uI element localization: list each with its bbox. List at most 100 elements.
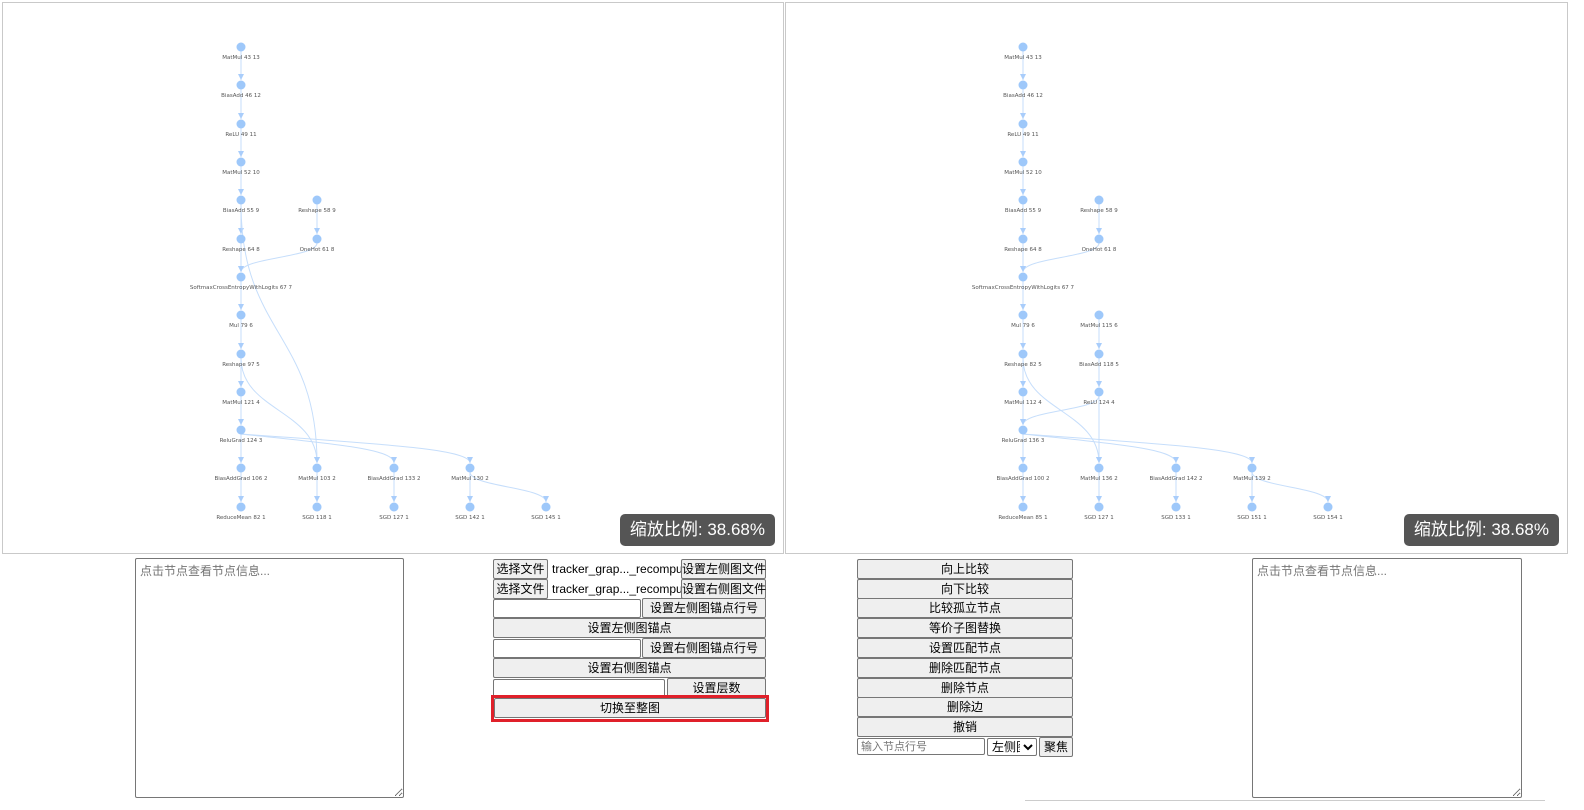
graph-node[interactable] bbox=[236, 502, 246, 512]
right-anchor-line-input[interactable] bbox=[493, 639, 641, 658]
graph-edge[interactable] bbox=[240, 357, 320, 464]
equiv-subgraph-replace-button[interactable]: 等价子图替换 bbox=[857, 618, 1073, 638]
delete-node-button[interactable]: 删除节点 bbox=[857, 678, 1073, 698]
graph-node[interactable] bbox=[1018, 195, 1028, 205]
graph-node-label: MatMul 121 4 bbox=[222, 400, 260, 406]
graph-node[interactable] bbox=[465, 463, 475, 473]
graph-node[interactable] bbox=[1018, 119, 1028, 129]
left-node-info[interactable] bbox=[135, 558, 404, 798]
focus-button[interactable]: 聚焦 bbox=[1039, 737, 1073, 757]
left-graph-panel[interactable]: MatMul 43 13 BiasAdd 46 12 ReLU 49 11 MatMu… bbox=[2, 2, 784, 554]
graph-edge[interactable] bbox=[240, 433, 473, 464]
graph-node[interactable] bbox=[1018, 157, 1028, 167]
graph-node[interactable] bbox=[1018, 234, 1028, 244]
graph-node[interactable] bbox=[1018, 387, 1028, 397]
graph-node[interactable] bbox=[312, 234, 322, 244]
compare-isolated-button[interactable]: 比较孤立节点 bbox=[857, 598, 1073, 618]
graph-node[interactable] bbox=[1094, 310, 1104, 320]
graph-node[interactable] bbox=[236, 272, 246, 282]
graph-node-label: SGD 127 1 bbox=[1084, 515, 1113, 521]
graph-node[interactable] bbox=[236, 157, 246, 167]
right-graph-panel[interactable]: MatMul 43 13 BiasAdd 46 12 ReLU 49 11 MatMu… bbox=[785, 2, 1568, 554]
delete-match-node-button[interactable]: 删除匹配节点 bbox=[857, 658, 1073, 678]
graph-node[interactable] bbox=[1018, 42, 1028, 52]
graph-node[interactable] bbox=[541, 502, 551, 512]
graph-node[interactable] bbox=[389, 502, 399, 512]
node-line-input[interactable] bbox=[857, 738, 985, 755]
left-zoom-badge: 缩放比例: 38.68% bbox=[619, 514, 775, 546]
graph-node[interactable] bbox=[236, 195, 246, 205]
graph-node[interactable] bbox=[236, 463, 246, 473]
graph-node-label: SGD 142 1 bbox=[455, 515, 484, 521]
graph-edge[interactable] bbox=[1022, 357, 1102, 464]
graph-node-label: MatMul 139 2 bbox=[1233, 476, 1271, 482]
choose-file-right-button[interactable]: 选择文件 bbox=[493, 579, 548, 599]
graph-node[interactable] bbox=[1094, 387, 1104, 397]
graph-node-label: ReLU 124 4 bbox=[1083, 400, 1115, 406]
graph-node[interactable] bbox=[1018, 310, 1028, 320]
set-left-anchor-button[interactable]: 设置左侧图锚点 bbox=[493, 618, 766, 638]
delete-edge-button[interactable]: 删除边 bbox=[857, 697, 1073, 717]
graph-node-label: BiasAdd 46 12 bbox=[221, 93, 261, 99]
graph-node[interactable] bbox=[1018, 425, 1028, 435]
graph-node[interactable] bbox=[1018, 502, 1028, 512]
graph-node[interactable] bbox=[1171, 463, 1181, 473]
compare-up-button[interactable]: 向上比较 bbox=[857, 559, 1073, 579]
graph-node[interactable] bbox=[236, 349, 246, 359]
graph-node-label: Mul 79 6 bbox=[229, 323, 253, 329]
graph-node-label: MatMul 103 2 bbox=[298, 476, 336, 482]
graph-node[interactable] bbox=[312, 195, 322, 205]
graph-node[interactable] bbox=[1247, 502, 1257, 512]
set-match-node-button[interactable]: 设置匹配节点 bbox=[857, 638, 1073, 658]
right-graph-canvas[interactable]: MatMul 43 13 BiasAdd 46 12 ReLU 49 11 MatMu… bbox=[786, 3, 1568, 554]
graph-node[interactable] bbox=[236, 80, 246, 90]
graph-node[interactable] bbox=[1094, 234, 1104, 244]
graph-node-label: Mul 79 6 bbox=[1011, 323, 1035, 329]
graph-node[interactable] bbox=[1018, 349, 1028, 359]
graph-node-label: SGD 118 1 bbox=[302, 515, 331, 521]
set-left-anchor-line-button[interactable]: 设置左侧图锚点行号 bbox=[642, 598, 766, 618]
set-right-anchor-line-button[interactable]: 设置右侧图锚点行号 bbox=[642, 638, 766, 658]
graph-node-label: SGD 151 1 bbox=[1237, 515, 1266, 521]
graph-node[interactable] bbox=[1247, 463, 1257, 473]
graph-edge[interactable] bbox=[240, 203, 320, 464]
graph-node[interactable] bbox=[236, 310, 246, 320]
left-graph-canvas[interactable]: MatMul 43 13 BiasAdd 46 12 ReLU 49 11 MatMu… bbox=[3, 3, 784, 554]
side-select[interactable]: 左侧图 bbox=[987, 738, 1037, 756]
graph-node[interactable] bbox=[1094, 463, 1104, 473]
graph-node[interactable] bbox=[1094, 349, 1104, 359]
graph-node[interactable] bbox=[1018, 80, 1028, 90]
graph-node[interactable] bbox=[312, 502, 322, 512]
choose-file-left-button[interactable]: 选择文件 bbox=[493, 559, 548, 579]
set-right-file-button[interactable]: 设置右侧图文件 bbox=[681, 579, 766, 599]
set-left-file-button[interactable]: 设置左侧图文件 bbox=[681, 559, 766, 579]
graph-edge[interactable] bbox=[240, 433, 397, 464]
graph-node[interactable] bbox=[236, 119, 246, 129]
graph-node[interactable] bbox=[312, 463, 322, 473]
set-right-anchor-button[interactable]: 设置右侧图锚点 bbox=[493, 658, 766, 678]
graph-node[interactable] bbox=[465, 502, 475, 512]
right-node-info[interactable] bbox=[1252, 558, 1522, 798]
graph-node[interactable] bbox=[1094, 195, 1104, 205]
graph-node[interactable] bbox=[236, 42, 246, 52]
graph-node[interactable] bbox=[1323, 502, 1333, 512]
graph-node[interactable] bbox=[1171, 502, 1181, 512]
graph-node[interactable] bbox=[236, 387, 246, 397]
graph-node-label: Reshape 82 5 bbox=[1004, 362, 1042, 368]
graph-node-label: BiasAddGrad 100 2 bbox=[996, 476, 1049, 482]
graph-node-label: BiasAdd 46 12 bbox=[1003, 93, 1043, 99]
graph-node[interactable] bbox=[236, 234, 246, 244]
compare-down-button[interactable]: 向下比较 bbox=[857, 579, 1073, 599]
graph-node-label: ReduceMean 82 1 bbox=[216, 515, 265, 521]
graph-node[interactable] bbox=[1094, 502, 1104, 512]
graph-node[interactable] bbox=[236, 425, 246, 435]
highlight-box bbox=[491, 695, 769, 722]
graph-node[interactable] bbox=[389, 463, 399, 473]
graph-node[interactable] bbox=[1018, 463, 1028, 473]
graph-edge[interactable] bbox=[1022, 433, 1255, 464]
left-anchor-line-input[interactable] bbox=[493, 599, 641, 618]
graph-node[interactable] bbox=[1018, 272, 1028, 282]
undo-button[interactable]: 撤销 bbox=[857, 717, 1073, 737]
graph-node-label: MatMul 43 13 bbox=[222, 55, 260, 61]
graph-node-label: Reshape 64 8 bbox=[1004, 247, 1042, 253]
